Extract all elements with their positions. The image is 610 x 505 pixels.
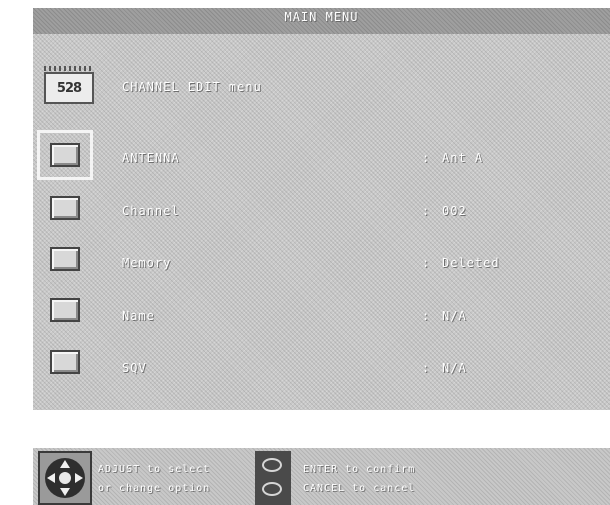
- memory-select-button[interactable]: [50, 247, 80, 271]
- channel-label: Channel: [122, 204, 180, 218]
- memory-label: Memory: [122, 256, 172, 270]
- arrow-right-icon: [75, 473, 83, 483]
- sqv-select-button[interactable]: [50, 350, 80, 374]
- name-value: N/A: [442, 309, 467, 323]
- name-separator: :: [422, 309, 431, 323]
- menu-header: CHANNEL EDIT menu: [122, 80, 262, 94]
- arrow-down-icon: [60, 488, 70, 496]
- antenna-value: Ant A: [442, 151, 484, 165]
- channel-edit-icon-digit-b: 2: [64, 80, 74, 96]
- channel-value: 002: [442, 204, 467, 218]
- page-title: MAIN MENU: [284, 10, 359, 24]
- memory-separator: :: [422, 256, 431, 270]
- arrow-left-icon: [47, 473, 55, 483]
- channel-select-button[interactable]: [50, 196, 80, 220]
- cancel-oval-icon: [262, 482, 282, 496]
- enter-oval-icon: [262, 458, 282, 472]
- dpad-ring: [45, 458, 85, 498]
- enter-cancel-buttons-icon[interactable]: [255, 451, 291, 505]
- sqv-label: SQV: [122, 361, 147, 375]
- antenna-separator: :: [422, 151, 431, 165]
- dpad-icon[interactable]: [38, 451, 92, 505]
- channel-edit-icon-digit-c: 8: [73, 80, 82, 96]
- dpad-center-icon: [59, 472, 71, 484]
- cancel-hint: CANCEL to cancel: [303, 483, 416, 494]
- channel-separator: :: [422, 204, 431, 218]
- channel-edit-icon: 528: [44, 66, 94, 104]
- name-select-button[interactable]: [50, 298, 80, 322]
- sqv-separator: :: [422, 361, 431, 375]
- antenna-label: ANTENNA: [122, 151, 180, 165]
- sqv-value: N/A: [442, 361, 467, 375]
- enter-hint: ENTER to confirm: [303, 464, 416, 475]
- antenna-select-button[interactable]: [37, 130, 93, 180]
- name-label: Name: [122, 309, 155, 323]
- main-menu-panel: [33, 8, 610, 410]
- channel-edit-icon-digit-a: 5: [56, 80, 66, 96]
- adjust-hint-line-1: ADJUST to select: [98, 464, 211, 475]
- arrow-up-icon: [60, 460, 70, 468]
- tv-screen: MAIN MENU 528 CHANNEL EDIT menu ANTENNA …: [0, 0, 610, 505]
- adjust-hint-line-2: or change option: [98, 483, 211, 494]
- memory-value: Deleted: [442, 256, 500, 270]
